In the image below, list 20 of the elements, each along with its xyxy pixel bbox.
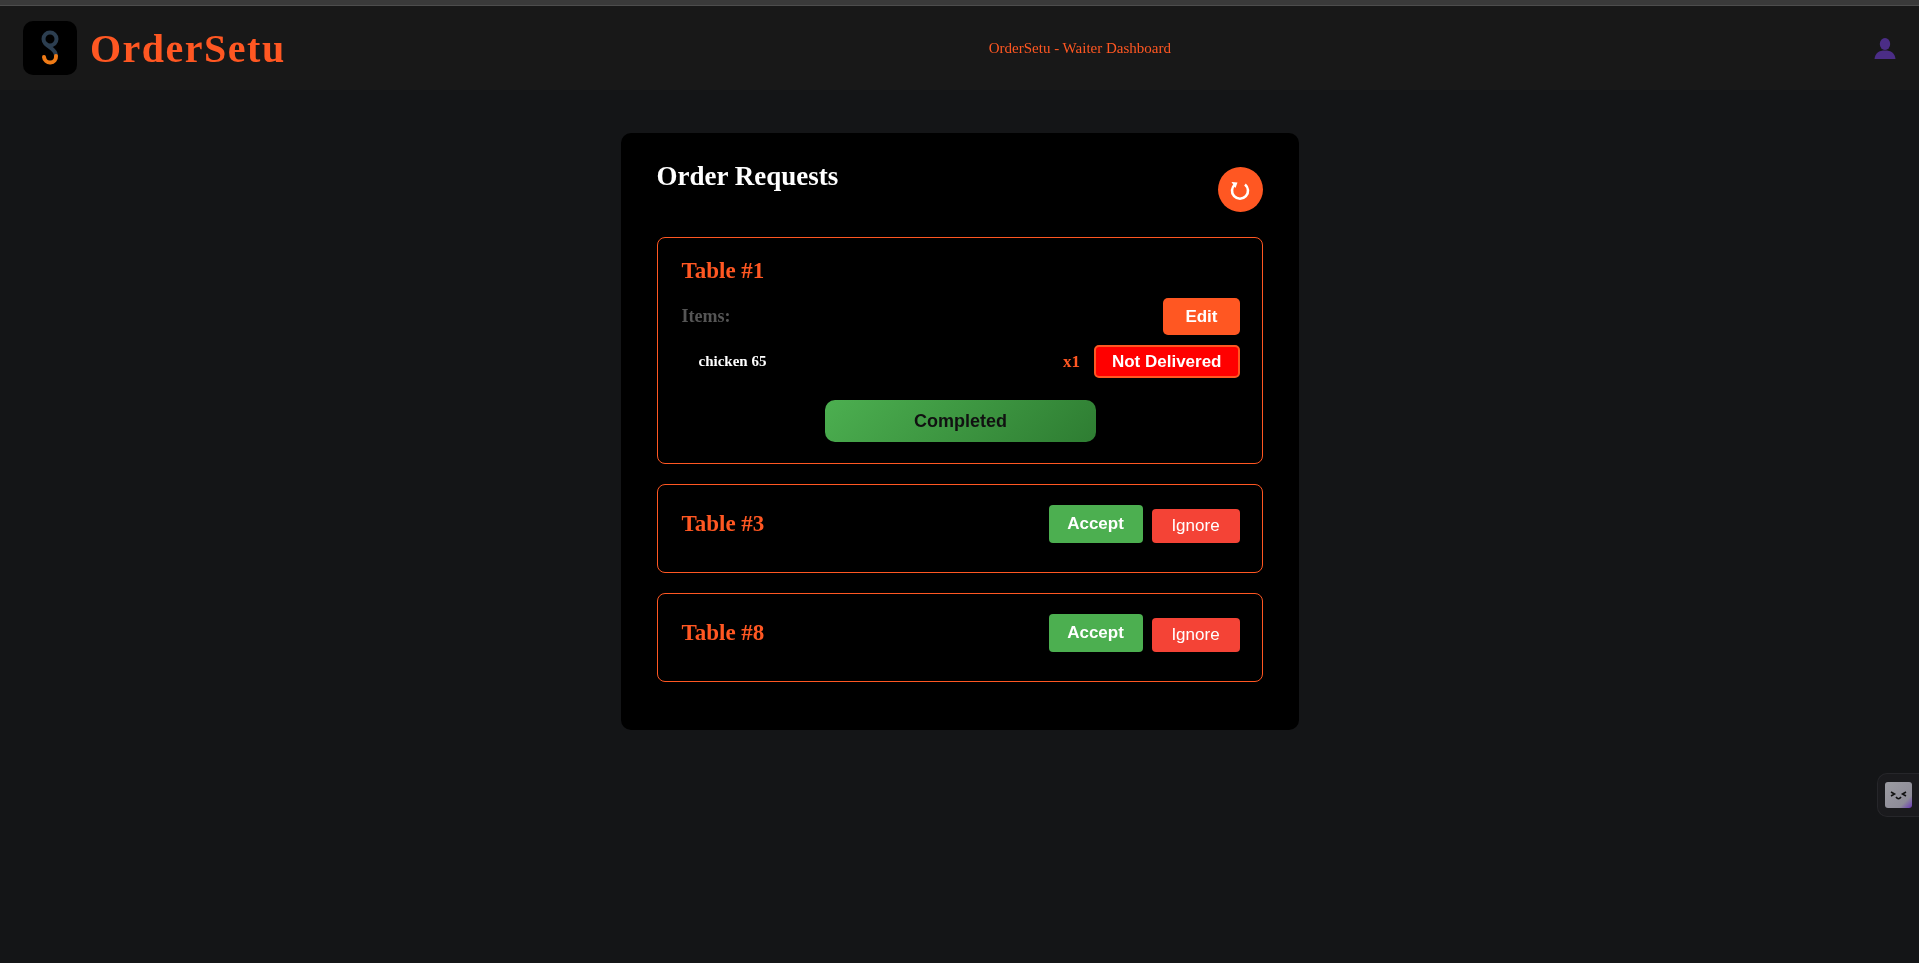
table-title: Table #8 <box>681 620 765 646</box>
accept-button[interactable]: Accept <box>1048 614 1143 652</box>
item-quantity: x1 <box>1062 351 1080 372</box>
completed-button[interactable]: Completed <box>825 400 1096 442</box>
refresh-button[interactable] <box>1217 167 1263 212</box>
ignore-button[interactable]: Ignore <box>1151 509 1240 543</box>
logo-icon <box>23 21 77 75</box>
accept-button[interactable]: Accept <box>1048 505 1143 543</box>
delivery-status-button[interactable]: Not Delivered <box>1093 345 1240 378</box>
item-name: chicken 65 <box>698 353 767 370</box>
panel-title: Order Requests <box>656 161 839 193</box>
dashboard-title: OrderSetu - Waiter Dashboard <box>988 39 1171 57</box>
brand-name: OrderSetu <box>90 24 286 72</box>
items-label: Items: <box>681 306 731 327</box>
edit-button[interactable]: Edit <box>1163 298 1240 335</box>
emoticon-icon <box>1885 782 1912 808</box>
ignore-button[interactable]: Ignore <box>1151 618 1240 652</box>
table-title: Table #1 <box>681 258 765 284</box>
table-title: Table #3 <box>681 511 765 537</box>
floating-widget-tab[interactable] <box>1877 773 1919 817</box>
